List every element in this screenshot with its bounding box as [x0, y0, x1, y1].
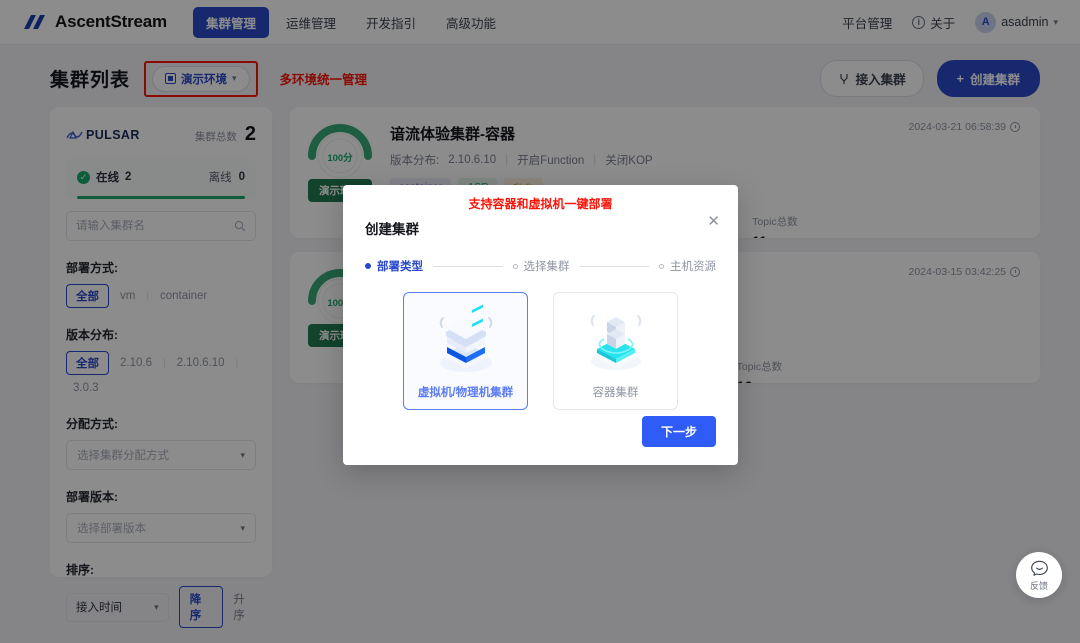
step-host-resource[interactable]: 主机资源	[659, 258, 716, 274]
app-root: AscentStream 集群管理 运维管理 开发指引 高级功能 平台管理 i …	[0, 0, 1080, 643]
modal-annotation: 支持容器和虚拟机一键部署	[468, 197, 613, 211]
step-dot-icon	[365, 263, 371, 269]
step-deploy-type[interactable]: 部署类型	[365, 258, 423, 274]
next-step-button[interactable]: 下一步	[641, 416, 716, 447]
option-container-cluster[interactable]: 容器集群	[553, 292, 678, 410]
step-dot-icon	[512, 263, 518, 269]
close-icon[interactable]: ✕	[707, 214, 720, 229]
feedback-label: 反馈	[1029, 580, 1048, 591]
option-label: 虚拟机/物理机集群	[417, 387, 514, 399]
step-label: 选择集群	[523, 261, 570, 273]
container-cube-icon	[575, 293, 657, 384]
step-connector	[579, 265, 649, 267]
step-dot-icon	[659, 263, 664, 269]
step-select-cluster[interactable]: 选择集群	[512, 258, 570, 274]
option-label: 容器集群	[592, 387, 639, 399]
step-label: 部署类型	[377, 261, 423, 273]
step-connector	[433, 265, 503, 267]
modal-footer: 下一步	[641, 416, 716, 447]
modal-title: 创建集群	[365, 222, 419, 237]
option-vm-cluster[interactable]: 虚拟机/物理机集群	[403, 292, 528, 410]
wizard-steps: 部署类型 选择集群 主机资源	[365, 258, 716, 274]
feedback-button[interactable]: 反馈	[1016, 552, 1062, 598]
deploy-type-options: 虚拟机/物理机集群 容器集群	[365, 292, 716, 410]
step-label: 主机资源	[670, 261, 716, 273]
create-cluster-dialog: 支持容器和虚拟机一键部署 创建集群 ✕ 部署类型 选择集群 主机资源 虚拟机/物…	[343, 185, 738, 465]
server-stack-icon	[425, 293, 507, 384]
chat-smile-icon	[1030, 560, 1048, 576]
